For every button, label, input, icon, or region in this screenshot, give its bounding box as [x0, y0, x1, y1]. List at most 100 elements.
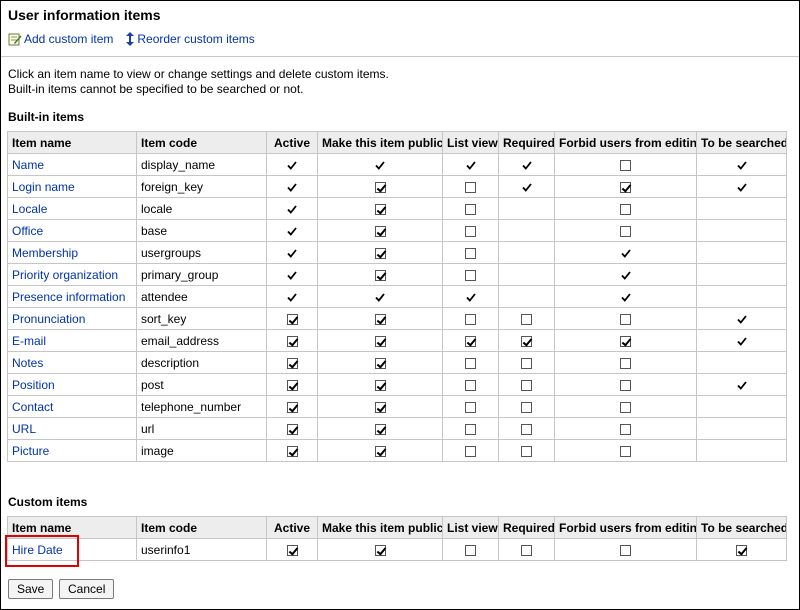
col-header-required: Required	[498, 516, 555, 539]
required-checkbox[interactable]	[521, 544, 532, 556]
public-checkbox[interactable]	[374, 401, 386, 413]
item-name-link[interactable]: Pronunciation	[12, 312, 85, 326]
custom-items-table: Item name Item code Active Make this ite…	[7, 516, 787, 561]
forbid-editing-checkbox[interactable]	[620, 544, 631, 556]
list-view-checkbox[interactable]	[465, 335, 476, 347]
public-checkbox[interactable]	[374, 379, 386, 391]
forbid-editing-checkbox[interactable]	[620, 225, 631, 237]
item-name-link[interactable]: Presence information	[12, 290, 125, 304]
public-checkbox[interactable]	[374, 247, 386, 259]
list-view-checkbox[interactable]	[465, 544, 476, 556]
list-view-checkbox[interactable]	[465, 401, 476, 413]
item-name-cell: Hire Date	[7, 538, 137, 561]
active-checkbox[interactable]	[286, 401, 298, 413]
active-cell	[266, 263, 318, 286]
public-checkbox[interactable]	[374, 269, 386, 281]
item-code-cell: display_name	[136, 153, 267, 176]
to-be-searched-cell	[696, 538, 787, 561]
forbid-editing-checkbox[interactable]	[620, 313, 631, 325]
page-title: User information items	[8, 7, 161, 23]
public-checkbox[interactable]	[374, 203, 386, 215]
list-view-checkbox[interactable]	[465, 445, 476, 457]
public-cell	[317, 538, 443, 561]
active-cell	[266, 329, 318, 352]
item-name-link[interactable]: Membership	[12, 246, 78, 260]
public-checkbox[interactable]	[374, 313, 386, 325]
required-checkbox[interactable]	[521, 357, 532, 369]
list-view-checkbox[interactable]	[465, 181, 476, 193]
forbid-editing-cell	[554, 219, 697, 242]
active-checkbox[interactable]	[286, 379, 298, 391]
item-name-link[interactable]: URL	[12, 422, 36, 436]
save-button[interactable]: Save	[8, 579, 54, 599]
required-checkbox[interactable]	[521, 445, 532, 457]
public-checkbox[interactable]	[374, 335, 386, 347]
public-checkbox[interactable]	[374, 357, 386, 369]
public-checkbox[interactable]	[374, 423, 386, 435]
required-checkbox[interactable]	[521, 313, 532, 325]
item-name-link[interactable]: Name	[12, 158, 44, 172]
list-view-checkbox[interactable]	[465, 203, 476, 215]
active-checkbox[interactable]	[286, 313, 298, 325]
item-name-link[interactable]: Login name	[12, 180, 75, 194]
forbid-editing-checkbox[interactable]	[620, 335, 631, 347]
list-view-checkbox[interactable]	[465, 379, 476, 391]
forbid-editing-checkbox[interactable]	[620, 423, 631, 435]
col-header-active: Active	[266, 131, 318, 154]
item-name-link[interactable]: Notes	[12, 356, 43, 370]
forbid-editing-checkbox[interactable]	[620, 181, 631, 193]
list-view-checkbox[interactable]	[465, 313, 476, 325]
edit-note-icon	[8, 33, 22, 46]
forbid-editing-checkbox[interactable]	[620, 401, 631, 413]
item-code-cell: foreign_key	[136, 175, 267, 198]
public-checkbox[interactable]	[374, 181, 386, 193]
item-name-cell: Notes	[7, 351, 137, 374]
item-name-link[interactable]: Locale	[12, 202, 47, 216]
check-mark-icon	[620, 249, 631, 258]
list-view-checkbox[interactable]	[465, 225, 476, 237]
active-checkbox[interactable]	[286, 335, 298, 347]
item-name-link[interactable]: Priority organization	[12, 268, 118, 282]
forbid-editing-cell	[554, 307, 697, 330]
reorder-custom-items-link[interactable]: Reorder custom items	[125, 32, 255, 46]
item-code-cell: description	[136, 351, 267, 374]
list-view-checkbox[interactable]	[465, 423, 476, 435]
item-name-link[interactable]: Hire Date	[12, 543, 63, 557]
item-name-link[interactable]: Contact	[12, 400, 53, 414]
active-checkbox[interactable]	[286, 357, 298, 369]
forbid-editing-checkbox[interactable]	[620, 203, 631, 215]
active-checkbox[interactable]	[286, 445, 298, 457]
item-name-link[interactable]: Office	[12, 224, 43, 238]
list-view-cell	[442, 538, 499, 561]
cancel-button[interactable]: Cancel	[59, 579, 115, 599]
active-checkbox[interactable]	[286, 544, 298, 556]
table-row: Position post	[7, 373, 787, 396]
required-checkbox[interactable]	[521, 335, 532, 347]
public-checkbox[interactable]	[374, 544, 386, 556]
add-custom-item-link[interactable]: Add custom item	[8, 32, 113, 46]
required-checkbox[interactable]	[521, 379, 532, 391]
list-view-checkbox[interactable]	[465, 269, 476, 281]
active-checkbox[interactable]	[286, 423, 298, 435]
list-view-cell	[442, 285, 499, 308]
to-be-searched-checkbox[interactable]	[736, 544, 747, 556]
forbid-editing-cell	[554, 439, 697, 462]
required-checkbox[interactable]	[521, 401, 532, 413]
item-name-link[interactable]: Position	[12, 378, 55, 392]
public-checkbox[interactable]	[374, 225, 386, 237]
forbid-editing-checkbox[interactable]	[620, 445, 631, 457]
required-checkbox[interactable]	[521, 423, 532, 435]
active-cell	[266, 307, 318, 330]
to-be-searched-cell	[696, 373, 787, 396]
forbid-editing-cell	[554, 351, 697, 374]
forbid-editing-checkbox[interactable]	[620, 357, 631, 369]
list-view-checkbox[interactable]	[465, 357, 476, 369]
public-checkbox[interactable]	[374, 445, 386, 457]
list-view-cell	[442, 241, 499, 264]
item-name-link[interactable]: Picture	[12, 444, 49, 458]
list-view-checkbox[interactable]	[465, 247, 476, 259]
check-mark-icon	[287, 205, 297, 214]
forbid-editing-checkbox[interactable]	[620, 159, 631, 171]
forbid-editing-checkbox[interactable]	[620, 379, 631, 391]
item-name-link[interactable]: E-mail	[12, 334, 46, 348]
